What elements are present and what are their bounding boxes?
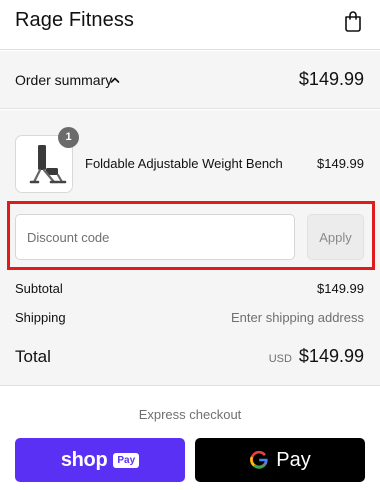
chevron-up-icon [110, 77, 120, 83]
subtotal-label: Subtotal [15, 281, 63, 296]
shopping-bag-icon[interactable] [343, 10, 363, 32]
order-summary-label: Order summary [15, 72, 113, 88]
store-name[interactable]: Rage Fitness [15, 9, 134, 32]
google-g-icon [250, 450, 268, 469]
total-value: $149.99 [298, 346, 364, 366]
total-label: Total [15, 347, 51, 366]
quantity-badge: 1 [58, 127, 79, 148]
shop-pay-logo-text: shop [60, 448, 108, 471]
discount-code-input[interactable] [15, 214, 295, 260]
order-summary-toggle[interactable]: Order summary $149.99 [0, 51, 380, 109]
total-amount: USD $149.99 [269, 346, 364, 367]
order-summary-total: $149.99 [298, 69, 364, 89]
apply-discount-button[interactable]: Apply [307, 214, 364, 260]
product-price: $149.99 [317, 156, 364, 171]
shipping-label: Shipping [15, 310, 66, 325]
subtotal-value: $149.99 [317, 281, 364, 296]
shipping-value: Enter shipping address [231, 310, 364, 325]
google-pay-button[interactable]: Pay [195, 438, 365, 482]
product-name: Foldable Adjustable Weight Bench [85, 156, 283, 171]
express-checkout-label: Express checkout [138, 407, 242, 422]
shop-pay-button[interactable]: shop Pay [15, 438, 185, 482]
weight-bench-image [29, 145, 67, 184]
google-pay-text: Pay [276, 448, 311, 471]
checkout-header: Rage Fitness [0, 0, 380, 50]
currency-code: USD [268, 353, 292, 365]
shop-pay-pill: Pay [113, 452, 140, 468]
